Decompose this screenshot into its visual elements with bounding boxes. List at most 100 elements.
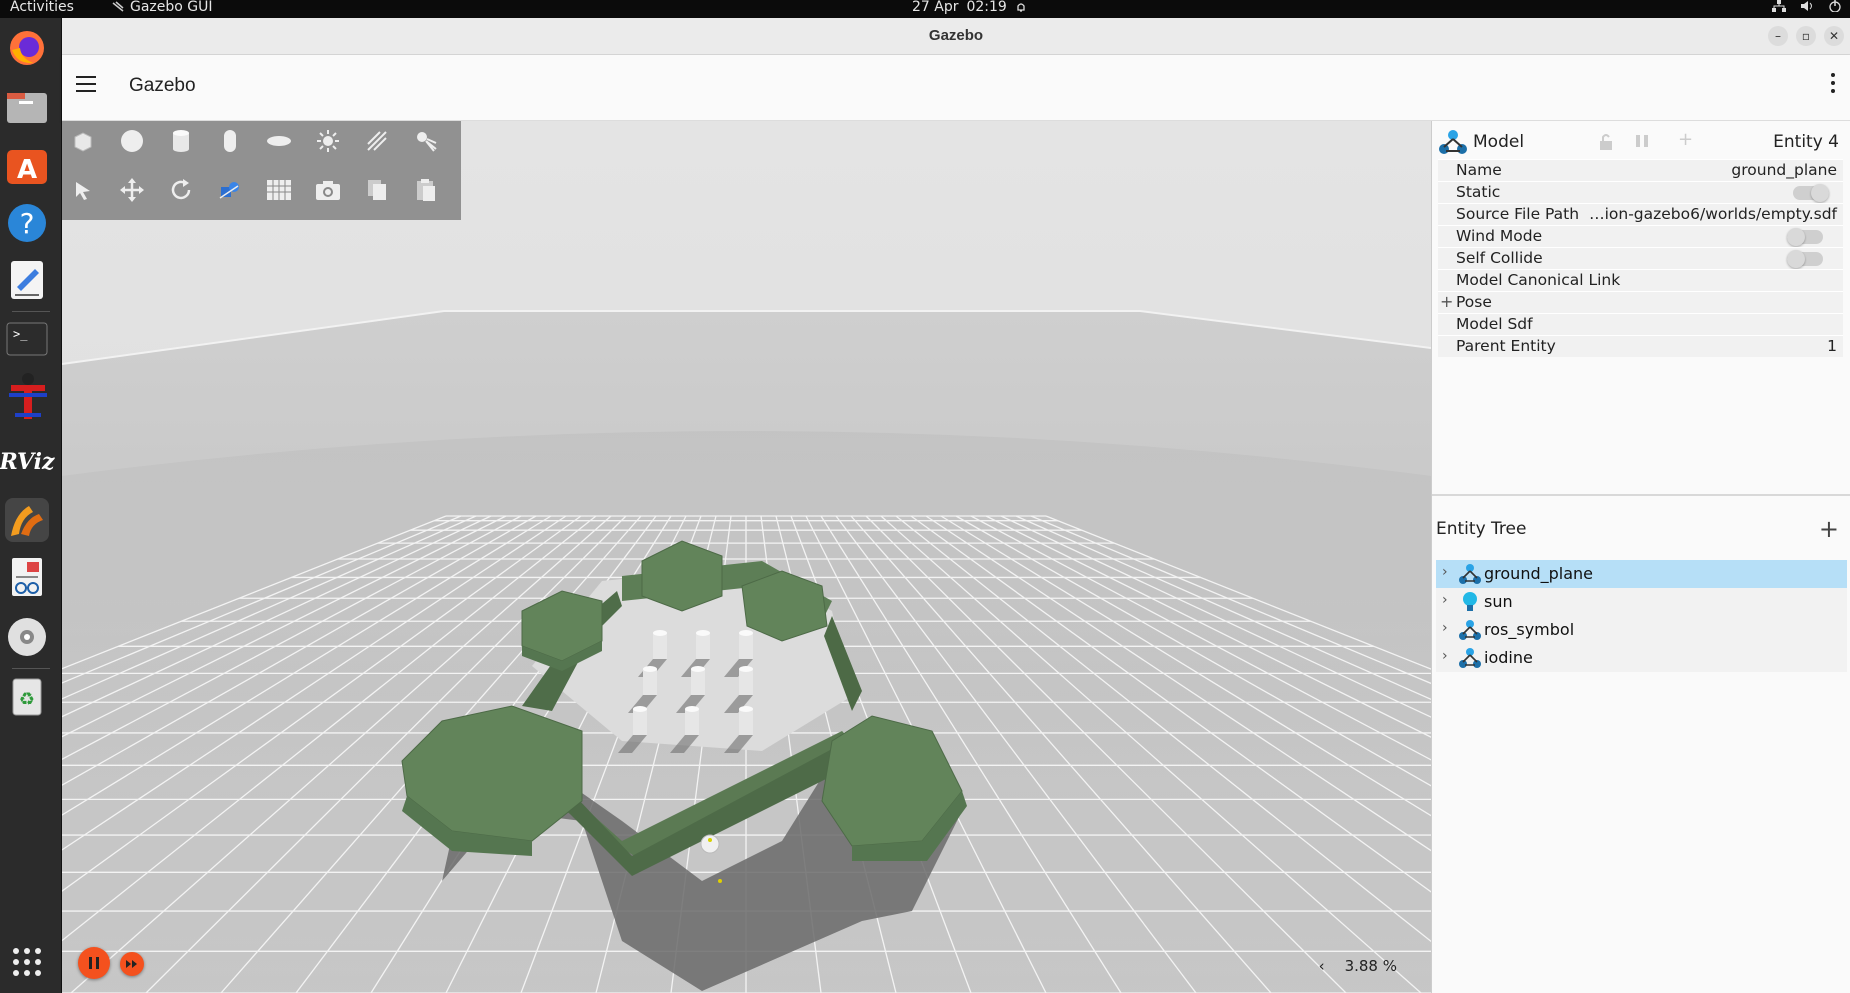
chevron-right-icon[interactable]: › xyxy=(1442,592,1448,608)
sphere-icon[interactable] xyxy=(117,126,147,156)
model-icon xyxy=(1459,648,1481,668)
row-key: Pose xyxy=(1456,293,1492,311)
gazebo-icon[interactable] xyxy=(5,498,49,542)
row-key: Static xyxy=(1456,183,1501,201)
rtf-collapse-button[interactable]: ‹ xyxy=(1319,957,1325,975)
trash-icon[interactable]: ♻ xyxy=(5,674,49,718)
tree-item-iodine[interactable]: › iodine xyxy=(1436,644,1847,672)
clock-date: 27 Apr xyxy=(912,0,959,15)
svg-text:♻: ♻ xyxy=(19,689,35,710)
app-title: Gazebo xyxy=(129,75,196,96)
tree-item-ground-plane[interactable]: › ground_plane xyxy=(1436,560,1847,588)
row-key: Self Collide xyxy=(1456,249,1543,267)
static-toggle[interactable] xyxy=(1793,184,1829,202)
paste-icon[interactable] xyxy=(411,175,441,205)
close-button[interactable]: ✕ xyxy=(1824,26,1844,46)
row-value: …ion-gazebo6/worlds/empty.sdf xyxy=(1589,205,1837,223)
inspector-row-parent-entity: Parent Entity 1 xyxy=(1438,335,1843,357)
notification-bell-icon xyxy=(1017,3,1025,12)
disc-icon[interactable] xyxy=(5,615,49,659)
svg-text:A: A xyxy=(17,155,37,185)
pause-button[interactable] xyxy=(78,947,110,979)
wind-mode-toggle[interactable] xyxy=(1787,228,1823,246)
app-grid-icon[interactable] xyxy=(5,940,49,984)
real-time-factor: ‹ 3.88 % xyxy=(1319,957,1397,975)
pause-icon xyxy=(89,957,99,969)
model-icon xyxy=(1459,564,1481,584)
inspector-row-pose[interactable]: + Pose xyxy=(1438,291,1843,313)
clock[interactable]: 27 Apr 02:19 xyxy=(912,0,1027,15)
chevron-right-icon[interactable]: › xyxy=(1442,564,1448,580)
chevron-right-icon[interactable]: › xyxy=(1442,620,1448,636)
tree-item-ros-symbol[interactable]: › ros_symbol xyxy=(1436,616,1847,644)
row-key: Parent Entity xyxy=(1456,337,1556,355)
pause-updates-icon[interactable] xyxy=(1634,133,1650,149)
model-icon xyxy=(1439,130,1467,154)
overflow-menu-icon[interactable] xyxy=(1830,73,1836,99)
power-icon xyxy=(1829,0,1841,12)
cylinder-icon[interactable] xyxy=(166,126,196,156)
lock-icon[interactable] xyxy=(1598,133,1614,151)
window-titlebar[interactable]: Gazebo – ▫ ✕ xyxy=(62,18,1850,55)
chevron-right-icon[interactable]: › xyxy=(1442,648,1448,664)
row-key: Name xyxy=(1456,161,1502,179)
entity-tree-title: Entity Tree xyxy=(1436,519,1527,539)
rotate-icon[interactable] xyxy=(166,175,196,205)
row-value: 1 xyxy=(1827,337,1837,355)
add-entity-button[interactable]: + xyxy=(1819,515,1839,543)
select-icon[interactable] xyxy=(68,175,98,205)
expand-pose-icon[interactable]: + xyxy=(1440,292,1453,311)
grid-snap-icon[interactable] xyxy=(264,175,294,205)
row-key: Wind Mode xyxy=(1456,227,1543,245)
copy-icon[interactable] xyxy=(362,175,392,205)
tree-item-label: sun xyxy=(1484,592,1513,611)
minimize-button[interactable]: – xyxy=(1768,26,1788,46)
text-editor-icon[interactable] xyxy=(5,258,49,302)
gazebo-window: Gazebo – ▫ ✕ Gazebo ‹ 3.88 % Model + Ent… xyxy=(62,18,1850,993)
camera-icon[interactable] xyxy=(313,175,343,205)
svg-text:>_: >_ xyxy=(13,327,28,341)
light-bulb-icon xyxy=(1463,592,1477,611)
box-icon[interactable] xyxy=(68,126,98,156)
maximize-button[interactable]: ▫ xyxy=(1796,26,1816,46)
help-icon[interactable]: ? xyxy=(5,201,49,245)
self-collide-toggle[interactable] xyxy=(1787,250,1823,268)
row-key: Model Canonical Link xyxy=(1456,271,1621,289)
inspector-entity-id: Entity 4 xyxy=(1773,132,1839,152)
shapes-toolbar xyxy=(62,121,461,220)
rtf-value: 3.88 % xyxy=(1344,957,1397,975)
model-icon xyxy=(1459,620,1481,640)
tree-item-label: ros_symbol xyxy=(1484,620,1575,639)
app-store-icon[interactable]: A xyxy=(5,143,49,187)
ellipsoid-icon[interactable] xyxy=(264,126,294,156)
inspector-row-self-collide: Self Collide xyxy=(1438,247,1843,269)
terminal-icon[interactable]: >_ xyxy=(5,318,49,362)
app-menu-label: Gazebo GUI xyxy=(130,0,213,15)
app-menu[interactable]: Gazebo GUI xyxy=(112,0,213,15)
scene-render xyxy=(62,121,1431,993)
translate-icon[interactable] xyxy=(117,175,147,205)
capsule-icon[interactable] xyxy=(215,126,245,156)
hamburger-menu-icon[interactable] xyxy=(76,76,96,96)
tree-item-sun[interactable]: › sun xyxy=(1436,588,1847,616)
scene-3d-viewport[interactable]: ‹ 3.88 % xyxy=(62,121,1431,993)
transform-icon[interactable] xyxy=(215,175,245,205)
document-viewer-icon[interactable] xyxy=(5,556,49,600)
add-component-icon[interactable]: + xyxy=(1678,129,1693,150)
spot-light-icon[interactable] xyxy=(411,126,441,156)
files-icon[interactable] xyxy=(5,85,49,129)
system-tray[interactable] xyxy=(1772,0,1842,12)
directional-light-icon[interactable] xyxy=(362,126,392,156)
fast-forward-icon xyxy=(126,960,137,968)
svg-text:?: ? xyxy=(20,207,35,240)
sun-light-icon[interactable] xyxy=(313,126,343,156)
tree-item-label: iodine xyxy=(1484,648,1533,667)
activities-button[interactable]: Activities xyxy=(10,0,74,15)
firefox-icon[interactable] xyxy=(5,26,49,70)
inspector-row-name: Name ground_plane xyxy=(1438,159,1843,181)
network-icon xyxy=(1772,0,1786,12)
step-button[interactable] xyxy=(120,952,144,976)
tutorial-icon[interactable] xyxy=(5,373,49,419)
dock: A ? >_ RViz ♻ xyxy=(0,18,62,993)
rviz-icon[interactable]: RViz xyxy=(0,440,55,484)
